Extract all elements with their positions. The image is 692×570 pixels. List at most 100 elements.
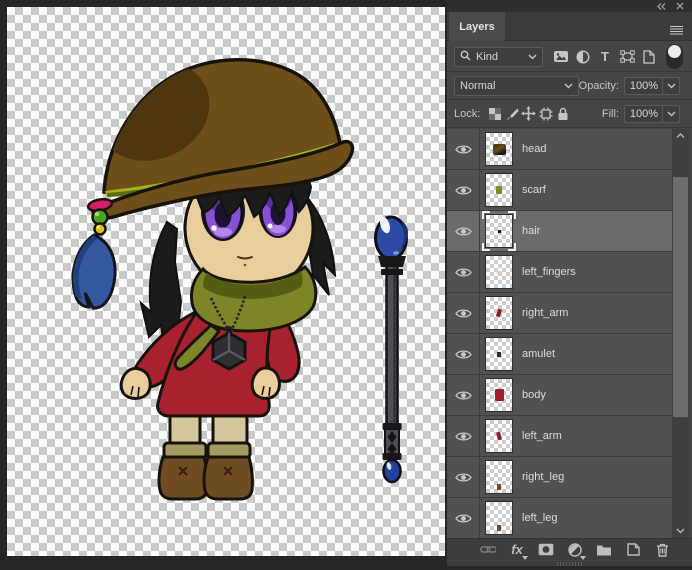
layer-name: head	[522, 143, 547, 155]
kind-filter-select[interactable]: Kind	[454, 46, 543, 67]
lock-position-icon[interactable]	[520, 106, 537, 121]
selection-bracket	[508, 211, 516, 219]
chevron-down-icon[interactable]	[662, 105, 679, 122]
eye-icon[interactable]	[447, 170, 480, 210]
scroll-up-icon[interactable]	[672, 130, 689, 142]
eye-icon[interactable]	[447, 416, 480, 456]
panel-dock-header	[447, 0, 692, 12]
layer-row-left-arm[interactable]: left_arm	[447, 416, 672, 457]
layer-row-right-arm[interactable]: right_arm	[447, 293, 672, 334]
layer-name: right_arm	[522, 307, 569, 319]
lock-artboard-icon[interactable]	[537, 107, 554, 121]
panel-menu-icon[interactable]	[670, 22, 683, 40]
shape-filter-icon[interactable]	[616, 50, 638, 63]
chevron-down-icon	[564, 80, 573, 92]
thumbnail-content	[497, 525, 501, 531]
layer-name: hair	[522, 225, 541, 237]
chevron-down-icon	[528, 51, 537, 63]
blend-mode-select[interactable]: Normal	[454, 75, 579, 96]
layer-thumbnail[interactable]	[485, 296, 513, 330]
layer-row-left-fingers[interactable]: left_fingers	[447, 252, 672, 293]
new-group-icon[interactable]	[596, 544, 612, 556]
delete-layer-icon[interactable]	[654, 543, 670, 557]
link-layers-icon[interactable]	[480, 545, 496, 554]
type-filter-icon[interactable]: T	[594, 50, 616, 63]
selection-bracket	[482, 243, 490, 251]
thumbnail-content	[495, 308, 503, 318]
lock-all-icon[interactable]	[554, 107, 571, 121]
search-icon	[460, 50, 471, 64]
eye-icon[interactable]	[447, 498, 480, 538]
lock-label: Lock:	[454, 107, 481, 120]
layer-name: right_leg	[522, 471, 565, 483]
fill-value: 100%	[629, 107, 658, 120]
layer-thumbnail[interactable]	[485, 173, 513, 207]
layer-name: left_fingers	[522, 266, 576, 278]
scroll-down-icon[interactable]	[672, 525, 689, 537]
filter-toggle[interactable]	[666, 44, 683, 69]
eye-icon[interactable]	[447, 375, 480, 415]
thumbnail-content	[494, 389, 504, 401]
panel-bottom-strip	[447, 566, 692, 570]
opacity-input[interactable]: 100%	[624, 76, 680, 95]
layer-list-scrollbar[interactable]	[672, 129, 689, 538]
opacity-value: 100%	[629, 79, 658, 92]
tab-layers[interactable]: Layers	[449, 12, 505, 41]
lock-row: Lock: Fill: 100%	[447, 100, 692, 128]
thumbnail-content	[492, 143, 506, 155]
pixel-filter-icon[interactable]	[550, 50, 572, 63]
eye-icon[interactable]	[447, 211, 480, 251]
layer-list: head scarf hair left_fingers right_arm a…	[447, 129, 672, 538]
chevron-down-icon[interactable]	[662, 77, 679, 94]
eye-icon[interactable]	[447, 334, 480, 374]
layer-row-scarf[interactable]: scarf	[447, 170, 672, 211]
adjustment-filter-icon[interactable]	[572, 49, 594, 64]
layer-thumbnail[interactable]	[482, 211, 516, 251]
layer-thumbnail[interactable]	[485, 337, 513, 371]
layer-thumbnail[interactable]	[485, 501, 513, 535]
lock-transparency-icon[interactable]	[486, 107, 503, 121]
layer-name: scarf	[522, 184, 546, 196]
panel-controls: Kind T Normal Opacity: 100% Lock: Fill: …	[447, 42, 692, 128]
selection-bracket	[508, 243, 516, 251]
adjustment-layer-icon[interactable]	[567, 542, 586, 560]
kind-filter-label: Kind	[476, 50, 499, 63]
layer-name: left_leg	[522, 512, 558, 524]
layer-mask-icon[interactable]	[538, 543, 554, 556]
layer-thumbnail[interactable]	[485, 132, 513, 166]
character-artwork	[71, 58, 408, 501]
layer-row-head[interactable]: head	[447, 129, 672, 170]
resize-grip[interactable]	[556, 561, 583, 566]
layer-thumbnail[interactable]	[485, 255, 513, 289]
layer-name: amulet	[522, 348, 556, 360]
layer-thumbnail[interactable]	[485, 378, 513, 412]
thumbnail-content	[497, 351, 501, 357]
layer-style-icon[interactable]: fx	[509, 542, 528, 560]
eye-icon[interactable]	[447, 293, 480, 333]
thumbnail-content	[497, 270, 501, 274]
thumbnail-content	[496, 431, 502, 441]
scrollbar-thumb[interactable]	[673, 177, 688, 417]
fill-input[interactable]: 100%	[624, 104, 680, 123]
layer-row-left-leg[interactable]: left_leg	[447, 498, 672, 538]
lock-pixels-icon[interactable]	[503, 107, 520, 121]
layer-thumbnail[interactable]	[485, 460, 513, 494]
layer-row-body[interactable]: body	[447, 375, 672, 416]
eye-icon[interactable]	[447, 457, 480, 497]
layer-row-hair[interactable]: hair	[447, 211, 672, 252]
new-layer-icon[interactable]	[625, 543, 641, 556]
selection-bracket	[482, 211, 490, 219]
layer-name: left_arm	[522, 430, 562, 442]
eye-icon[interactable]	[447, 129, 480, 169]
filter-row: Kind T	[447, 42, 692, 72]
layer-row-right-leg[interactable]: right_leg	[447, 457, 672, 498]
eye-icon[interactable]	[447, 252, 480, 292]
smartobject-filter-icon[interactable]	[638, 49, 660, 64]
staff-art	[374, 215, 408, 484]
layer-row-amulet[interactable]: amulet	[447, 334, 672, 375]
document-canvas[interactable]	[7, 7, 445, 556]
character-art	[71, 58, 355, 501]
layer-name: body	[522, 389, 546, 401]
layer-thumbnail[interactable]	[485, 419, 513, 453]
photoshop-workspace: { "window": { "collapse_icon": "double-c…	[0, 0, 692, 570]
